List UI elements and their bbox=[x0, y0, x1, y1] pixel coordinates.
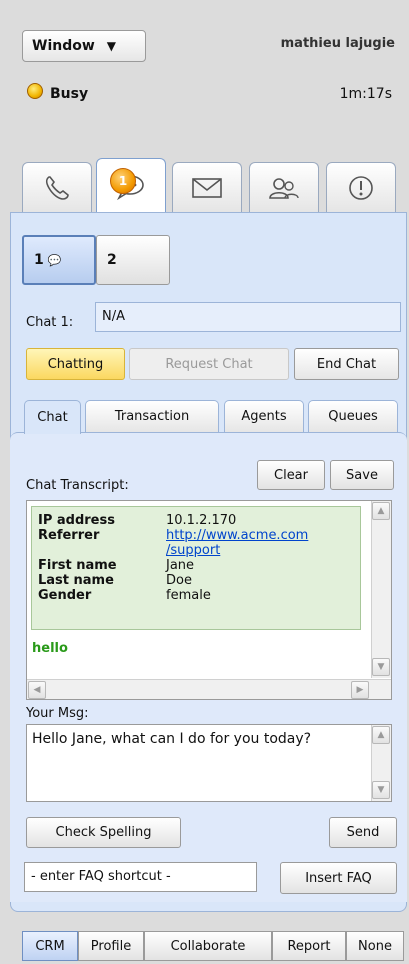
scroll-up-arrow-icon[interactable]: ▲ bbox=[372, 502, 390, 520]
scroll-right-arrow-icon[interactable]: ▶ bbox=[351, 681, 369, 699]
info-row: First name Jane bbox=[38, 558, 195, 573]
clear-button[interactable]: Clear bbox=[257, 460, 325, 490]
status-text[interactable]: Busy bbox=[50, 86, 88, 102]
tab-contacts[interactable] bbox=[249, 162, 319, 212]
insert-faq-button[interactable]: Insert FAQ bbox=[280, 862, 397, 894]
chat-bubble-icon: 💬 bbox=[47, 253, 62, 267]
info-row: IP address 10.1.2.170 bbox=[38, 513, 237, 528]
message-vertical-scrollbar[interactable]: ▲ ▼ bbox=[371, 725, 391, 801]
scroll-down-arrow-icon[interactable]: ▼ bbox=[372, 658, 390, 676]
send-button[interactable]: Send bbox=[329, 817, 397, 848]
tab-profile[interactable]: Profile bbox=[78, 931, 144, 961]
faq-shortcut-input[interactable]: - enter FAQ shortcut - bbox=[24, 862, 257, 892]
user-name: mathieu lajugie bbox=[280, 36, 395, 51]
transcript-label: Chat Transcript: bbox=[26, 478, 129, 493]
people-icon bbox=[269, 177, 299, 199]
referrer-link-continued[interactable]: /support bbox=[166, 543, 220, 558]
session-timer: 1m:17s bbox=[339, 86, 392, 102]
chatting-button[interactable]: Chatting bbox=[26, 348, 125, 380]
info-row: Last name Doe bbox=[38, 573, 192, 588]
scroll-left-arrow-icon[interactable]: ◀ bbox=[28, 681, 46, 699]
tab-agents[interactable]: Agents bbox=[224, 400, 304, 432]
message-text: Hello Jane, what can I do for you today? bbox=[32, 731, 312, 747]
tab-none[interactable]: None bbox=[346, 931, 404, 961]
chat-id-field[interactable]: N/A bbox=[95, 302, 401, 332]
alert-icon bbox=[349, 175, 373, 200]
session-button-2[interactable]: 2 bbox=[96, 235, 170, 285]
tab-queues[interactable]: Queues bbox=[308, 400, 398, 432]
envelope-icon bbox=[192, 177, 222, 198]
visitor-info-box: IP address 10.1.2.170 Referrer http://ww… bbox=[31, 506, 361, 630]
tab-alerts[interactable] bbox=[326, 162, 396, 212]
tab-chat-sub[interactable]: Chat bbox=[24, 400, 81, 434]
save-button[interactable]: Save bbox=[330, 460, 394, 490]
info-row: Referrer http://www.acme.com /support bbox=[38, 528, 309, 558]
tab-transaction[interactable]: Transaction bbox=[85, 400, 219, 432]
chevron-down-icon: ▼ bbox=[106, 39, 117, 53]
tab-crm[interactable]: CRM bbox=[22, 931, 78, 961]
status-dot-icon bbox=[27, 83, 43, 99]
session-label: 1 bbox=[34, 252, 44, 268]
info-row: Gender female bbox=[38, 588, 211, 603]
scroll-up-arrow-icon[interactable]: ▲ bbox=[372, 726, 390, 744]
tab-email[interactable] bbox=[172, 162, 242, 212]
your-msg-label: Your Msg: bbox=[26, 706, 89, 721]
transcript-vertical-scrollbar[interactable]: ▲ ▼ bbox=[371, 501, 391, 678]
tab-collaborate[interactable]: Collaborate bbox=[144, 931, 272, 961]
session-button-1[interactable]: 1 💬 bbox=[22, 235, 96, 285]
window-menu-label: Window bbox=[32, 38, 95, 54]
request-chat-button[interactable]: Request Chat bbox=[129, 348, 289, 380]
chat-notification-badge: 1 bbox=[110, 168, 136, 194]
check-spelling-button[interactable]: Check Spelling bbox=[26, 817, 181, 848]
session-label: 2 bbox=[107, 252, 117, 268]
scroll-down-arrow-icon[interactable]: ▼ bbox=[372, 781, 390, 799]
window-menu-button[interactable]: Window ▼ bbox=[22, 30, 146, 62]
tab-phone[interactable] bbox=[22, 162, 92, 212]
phone-icon bbox=[45, 175, 69, 200]
referrer-link[interactable]: http://www.acme.com bbox=[166, 528, 308, 543]
transcript-horizontal-scrollbar[interactable]: ◀ ▶ bbox=[27, 679, 391, 699]
message-input[interactable]: Hello Jane, what can I do for you today? bbox=[26, 724, 392, 802]
tab-report[interactable]: Report bbox=[272, 931, 346, 961]
chat-field-label: Chat 1: bbox=[26, 315, 74, 330]
end-chat-button[interactable]: End Chat bbox=[294, 348, 399, 380]
chat-message: hello bbox=[32, 641, 68, 656]
